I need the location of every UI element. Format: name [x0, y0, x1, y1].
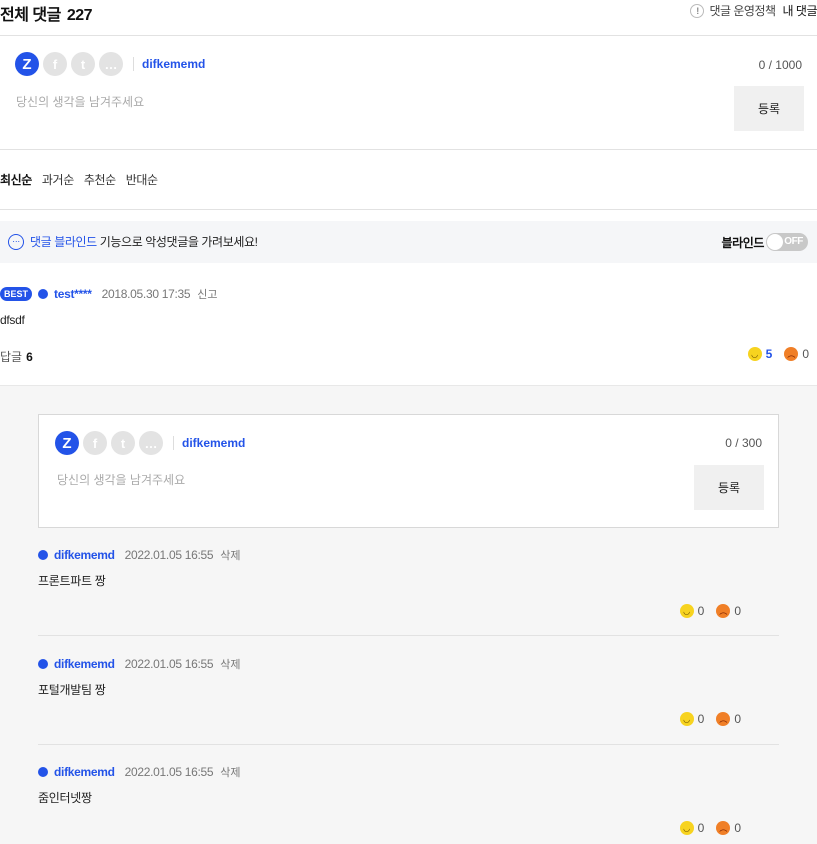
dislike-angry-icon[interactable]: ︵	[716, 712, 731, 726]
kakao-z-icon[interactable]: Z	[55, 431, 79, 455]
header-links: ! 댓글 운영정책 내 댓글	[690, 2, 817, 19]
dislike-angry-icon[interactable]: ︵	[716, 821, 731, 835]
more-dots-icon: ···	[8, 233, 24, 250]
like-count: 0	[697, 821, 705, 835]
reply-composer: Z f t … difkememd 0 / 300 당신의 생각을 남겨주세요 …	[38, 414, 779, 528]
reply-author[interactable]: difkememd	[54, 765, 115, 779]
dislike-angry-icon[interactable]: ︵	[716, 604, 731, 618]
facebook-icon[interactable]: f	[83, 431, 107, 455]
comment-author[interactable]: test****	[54, 287, 92, 301]
tab-sort-latest[interactable]: 최신순	[0, 171, 32, 188]
delete-link[interactable]: 삭제	[220, 656, 240, 672]
toggle-knob	[767, 234, 783, 250]
dislike-count: 0	[734, 604, 741, 618]
comment-item-best: BEST test**** 2018.05.30 17:35 신고 dfsdf …	[0, 263, 817, 386]
reply-char-counter: 0 / 300	[725, 436, 762, 450]
tab-sort-recommended[interactable]: 추천순	[84, 171, 116, 188]
sort-tabs: 최신순 과거순 추천순 반대순	[0, 150, 817, 210]
reply-item: difkememd 2022.01.05 16:55 삭제 포털개발팀 짱 ◡ …	[38, 637, 779, 745]
dislike-count: 0	[802, 347, 809, 361]
toggle-state-text: OFF	[784, 236, 803, 247]
report-link[interactable]: 신고	[197, 286, 217, 302]
comment-textarea[interactable]: 당신의 생각을 남겨주세요	[16, 93, 144, 110]
like-smile-icon[interactable]: ◡	[679, 604, 694, 618]
reply-date: 2022.01.05 16:55	[124, 548, 214, 562]
chat-icon[interactable]: …	[99, 52, 123, 76]
replies-section: Z f t … difkememd 0 / 300 당신의 생각을 남겨주세요 …	[0, 386, 817, 844]
divider	[173, 436, 174, 450]
delete-link[interactable]: 삭제	[220, 547, 240, 563]
user-dot-icon	[38, 767, 48, 777]
info-icon: !	[690, 3, 705, 18]
replies-count: 6	[26, 350, 33, 364]
blind-message: ··· 댓글 블라인드 기능으로 악성댓글을 가려보세요!	[8, 233, 258, 250]
reply-login-sns-row: Z f t … difkememd	[55, 431, 245, 455]
replies-toggle[interactable]: 답글 6	[0, 348, 33, 365]
tab-sort-oldest[interactable]: 과거순	[42, 171, 74, 188]
submit-comment-button[interactable]: 등록	[734, 86, 804, 131]
reply-textarea[interactable]: 당신의 생각을 남겨주세요	[57, 471, 185, 488]
reply-reaction-group: ◡ 0 ︵ 0	[679, 821, 741, 835]
reply-reaction-group: ◡ 0 ︵ 0	[679, 712, 741, 726]
comments-header: 전체 댓글 227 ! 댓글 운영정책 내 댓글	[0, 0, 817, 36]
like-smile-icon[interactable]: ◡	[679, 712, 694, 726]
reply-date: 2022.01.05 16:55	[124, 765, 214, 779]
blind-notice-bar: ··· 댓글 블라인드 기능으로 악성댓글을 가려보세요! 블라인드 OFF	[0, 221, 817, 263]
reply-author[interactable]: difkememd	[54, 548, 115, 562]
reply-body: 줌인터넷짱	[38, 791, 92, 805]
like-count: 0	[697, 604, 705, 618]
like-smile-icon[interactable]: ◡	[679, 821, 694, 835]
comment-meta: BEST test**** 2018.05.30 17:35 신고	[0, 286, 218, 302]
like-count: 0	[697, 712, 705, 726]
my-comments-link[interactable]: 내 댓글	[783, 2, 817, 19]
reply-meta: difkememd 2022.01.05 16:55 삭제	[38, 656, 241, 672]
submit-reply-button[interactable]: 등록	[694, 465, 764, 510]
comments-title: 전체 댓글 227	[0, 1, 93, 25]
comments-title-label: 전체 댓글	[0, 7, 61, 24]
dislike-count: 0	[734, 821, 741, 835]
reply-item: difkememd 2022.01.05 16:55 삭제 줌인터넷짱 ◡ 0 …	[38, 745, 779, 844]
reply-item: difkememd 2022.01.05 16:55 삭제 프론트파트 짱 ◡ …	[38, 528, 779, 636]
comment-date: 2018.05.30 17:35	[101, 287, 191, 301]
comment-policy-link[interactable]: 댓글 운영정책	[709, 2, 776, 19]
like-count: 5	[765, 347, 773, 361]
reply-body: 프론트파트 짱	[38, 574, 106, 588]
comment-composer: Z f t … difkememd 0 / 1000 당신의 생각을 남겨주세요…	[0, 36, 817, 150]
char-counter: 0 / 1000	[758, 58, 802, 72]
composer-username[interactable]: difkememd	[142, 57, 205, 71]
reply-reaction-group: ◡ 0 ︵ 0	[679, 604, 741, 618]
tab-sort-opposed[interactable]: 반대순	[126, 171, 158, 188]
comments-total-count: 227	[66, 7, 93, 24]
chat-icon[interactable]: …	[139, 431, 163, 455]
reply-composer-username[interactable]: difkememd	[182, 436, 245, 450]
user-dot-icon	[38, 289, 49, 299]
twitter-icon[interactable]: t	[111, 431, 135, 455]
delete-link[interactable]: 삭제	[220, 764, 240, 780]
user-dot-icon	[38, 550, 48, 560]
blind-message-text: 기능으로 악성댓글을 가려보세요!	[99, 235, 258, 249]
dislike-count: 0	[734, 712, 741, 726]
reaction-group: ◡ 5 ︵ 0	[747, 347, 809, 361]
replies-label: 답글	[0, 350, 23, 364]
best-badge: BEST	[0, 287, 33, 301]
twitter-icon[interactable]: t	[71, 52, 95, 76]
like-smile-icon[interactable]: ◡	[747, 347, 762, 361]
reply-author[interactable]: difkememd	[54, 657, 115, 671]
blind-feature-link[interactable]: 댓글 블라인드	[30, 233, 97, 250]
blind-toggle[interactable]: OFF	[766, 233, 808, 251]
blind-toggle-group: 블라인드 OFF	[721, 233, 808, 251]
comment-body: dfsdf	[0, 313, 25, 327]
login-sns-row: Z f t … difkememd	[15, 52, 205, 76]
reply-date: 2022.01.05 16:55	[124, 657, 214, 671]
kakao-z-icon[interactable]: Z	[15, 52, 39, 76]
blind-toggle-label: 블라인드	[721, 235, 764, 250]
reply-body: 포털개발팀 짱	[38, 683, 106, 697]
dislike-angry-icon[interactable]: ︵	[784, 347, 799, 361]
user-dot-icon	[38, 659, 48, 669]
divider	[133, 57, 134, 71]
reply-meta: difkememd 2022.01.05 16:55 삭제	[38, 764, 241, 780]
reply-meta: difkememd 2022.01.05 16:55 삭제	[38, 547, 241, 563]
facebook-icon[interactable]: f	[43, 52, 67, 76]
